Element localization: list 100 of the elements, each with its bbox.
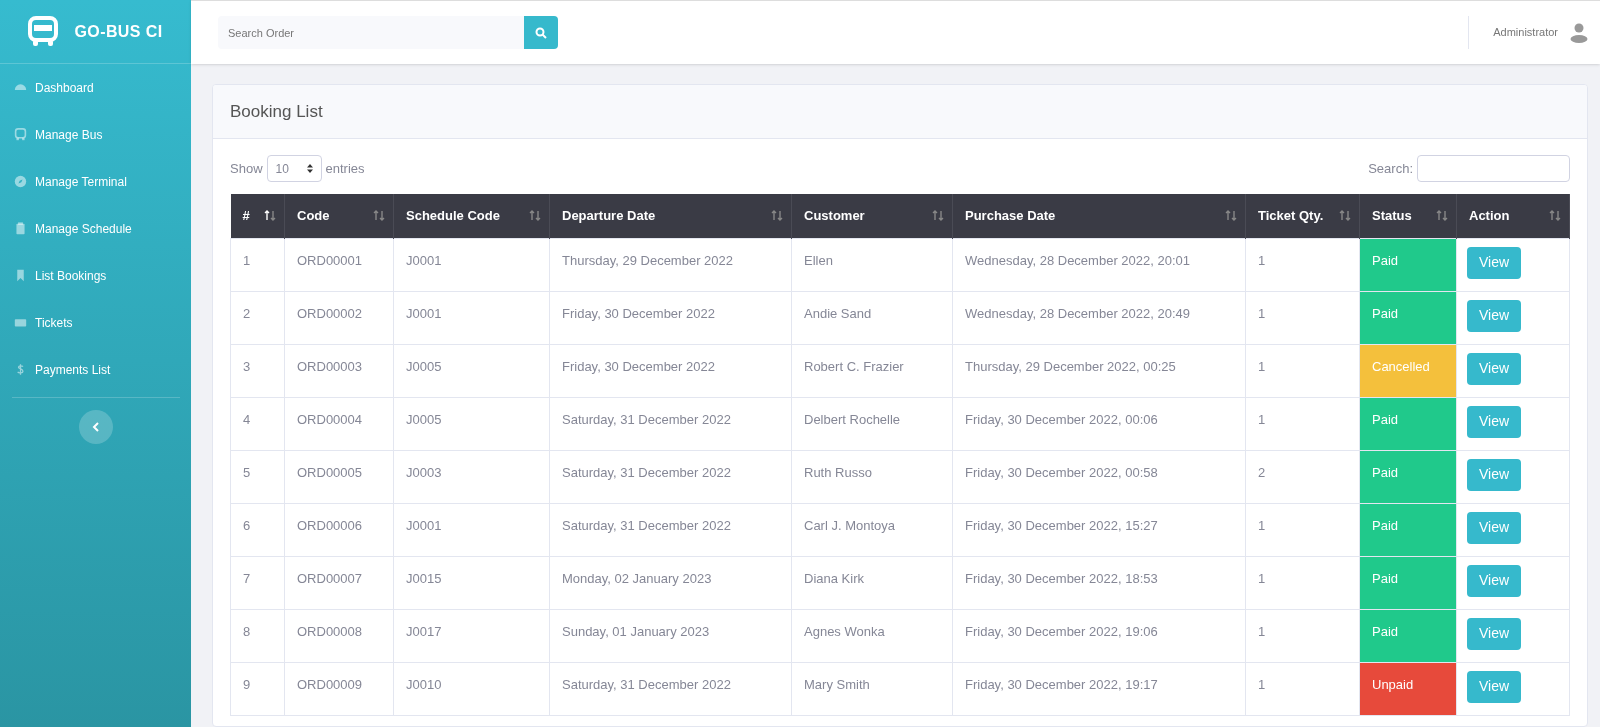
table-cell: Friday, 30 December 2022, 15:27 [952, 503, 1246, 556]
table-cell: ORD00009 [284, 662, 394, 715]
view-button[interactable]: View [1467, 405, 1522, 438]
sort-arrows-icon [1549, 210, 1561, 221]
table-cell: ORD00003 [284, 344, 394, 397]
status-cell: Paid [1359, 450, 1457, 503]
sort-arrows-icon [529, 210, 541, 221]
user-name[interactable]: Administrator [1493, 24, 1558, 41]
sidebar-item[interactable]: Manage Bus [0, 111, 191, 158]
table-cell: J0005 [393, 397, 550, 450]
table-cell: Sunday, 01 January 2023 [549, 609, 792, 662]
table-cell: ORD00001 [284, 238, 394, 291]
status-cell: Paid [1359, 503, 1457, 556]
clipboard-icon [14, 222, 27, 235]
card-title: Booking List [230, 100, 323, 123]
table-search-field[interactable] [1417, 155, 1570, 182]
table-cell: ORD00002 [284, 291, 394, 344]
table-cell: 1 [1245, 609, 1360, 662]
table-cell: J0017 [393, 609, 550, 662]
view-button[interactable]: View [1467, 511, 1522, 544]
table-cell: Friday, 30 December 2022, 00:58 [952, 450, 1246, 503]
status-cell: Paid [1359, 397, 1457, 450]
status-cell: Paid [1359, 556, 1457, 609]
status-cell: Unpaid [1359, 662, 1457, 715]
column-header[interactable]: # [230, 194, 285, 238]
view-button[interactable]: View [1467, 617, 1522, 650]
view-button[interactable]: View [1467, 670, 1522, 703]
table-cell: 9 [230, 662, 285, 715]
sort-arrows-icon [932, 210, 944, 221]
bus-logo-icon [28, 15, 59, 48]
search-button[interactable] [524, 16, 558, 49]
user-avatar-icon[interactable] [1570, 22, 1588, 43]
sidebar-item[interactable]: Dashboard [0, 64, 191, 111]
table-cell: 1 [230, 238, 285, 291]
table-cell: Thursday, 29 December 2022, 00:25 [952, 344, 1246, 397]
show-label: Show [230, 159, 263, 178]
status-cell: Paid [1359, 609, 1457, 662]
sidebar-item[interactable]: Manage Schedule [0, 205, 191, 252]
view-button[interactable]: View [1467, 246, 1522, 279]
table-cell: 3 [230, 344, 285, 397]
sort-arrows-icon [264, 210, 276, 221]
bus-icon [14, 128, 27, 141]
table-cell: ORD00004 [284, 397, 394, 450]
sidebar-item[interactable]: Tickets [0, 299, 191, 346]
table-cell: Saturday, 31 December 2022 [549, 450, 792, 503]
column-header[interactable]: Purchase Date [952, 194, 1246, 238]
view-button[interactable]: View [1467, 352, 1522, 385]
sidebar-item[interactable]: Payments List [0, 346, 191, 393]
sidebar-item[interactable]: List Bookings [0, 252, 191, 299]
table-cell: Monday, 02 January 2023 [549, 556, 792, 609]
entries-label: entries [325, 159, 365, 178]
sort-arrows-icon [771, 210, 783, 221]
view-button[interactable]: View [1467, 458, 1522, 491]
ticket-icon [14, 316, 27, 329]
sort-arrows-icon [1225, 210, 1237, 221]
table-cell: Saturday, 31 December 2022 [549, 397, 792, 450]
search-order-field[interactable]: Search Order [218, 16, 524, 49]
collapse-sidebar-button[interactable] [78, 410, 113, 444]
status-cell: Paid [1359, 238, 1457, 291]
table-cell: Friday, 30 December 2022, 00:06 [952, 397, 1246, 450]
search-label: Search: [1368, 159, 1413, 178]
table-cell: J0001 [393, 238, 550, 291]
compass-icon [14, 175, 27, 188]
sort-arrows-icon [1436, 210, 1448, 221]
table-cell: Delbert Rochelle [791, 397, 953, 450]
table-cell: Carl J. Montoya [791, 503, 953, 556]
view-button[interactable]: View [1467, 299, 1522, 332]
page-size-select[interactable]: 10 [266, 155, 322, 182]
table-cell: 1 [1245, 503, 1360, 556]
sort-arrows-icon [373, 210, 385, 221]
table-cell: 1 [1245, 291, 1360, 344]
table-cell: ORD00008 [284, 609, 394, 662]
table-cell: J0001 [393, 503, 550, 556]
table-cell: Saturday, 31 December 2022 [549, 503, 792, 556]
table-cell: 7 [230, 556, 285, 609]
up-down-caret-icon [306, 164, 313, 173]
column-header[interactable]: Ticket Qty. [1245, 194, 1360, 238]
column-header[interactable]: Action [1456, 194, 1570, 238]
view-button[interactable]: View [1467, 564, 1522, 597]
table-cell: Friday, 30 December 2022, 19:06 [952, 609, 1246, 662]
table-cell: Wednesday, 28 December 2022, 20:01 [952, 238, 1246, 291]
column-header[interactable]: Schedule Code [393, 194, 550, 238]
table-cell: Andie Sand [791, 291, 953, 344]
table-cell: Mary Smith [791, 662, 953, 715]
table-cell: Diana Kirk [791, 556, 953, 609]
table-cell: 1 [1245, 344, 1360, 397]
column-header[interactable]: Customer [791, 194, 953, 238]
table-cell: J0005 [393, 344, 550, 397]
table-cell: Wednesday, 28 December 2022, 20:49 [952, 291, 1246, 344]
table-cell: ORD00007 [284, 556, 394, 609]
table-cell: J0001 [393, 291, 550, 344]
column-header[interactable]: Code [284, 194, 394, 238]
bookmark-icon [14, 269, 27, 282]
table-cell: J0015 [393, 556, 550, 609]
table-cell: Friday, 30 December 2022 [549, 344, 792, 397]
table-cell: J0010 [393, 662, 550, 715]
sidebar-item[interactable]: Manage Terminal [0, 158, 191, 205]
column-header[interactable]: Departure Date [549, 194, 792, 238]
table-cell: Friday, 30 December 2022 [549, 291, 792, 344]
table-cell: 5 [230, 450, 285, 503]
